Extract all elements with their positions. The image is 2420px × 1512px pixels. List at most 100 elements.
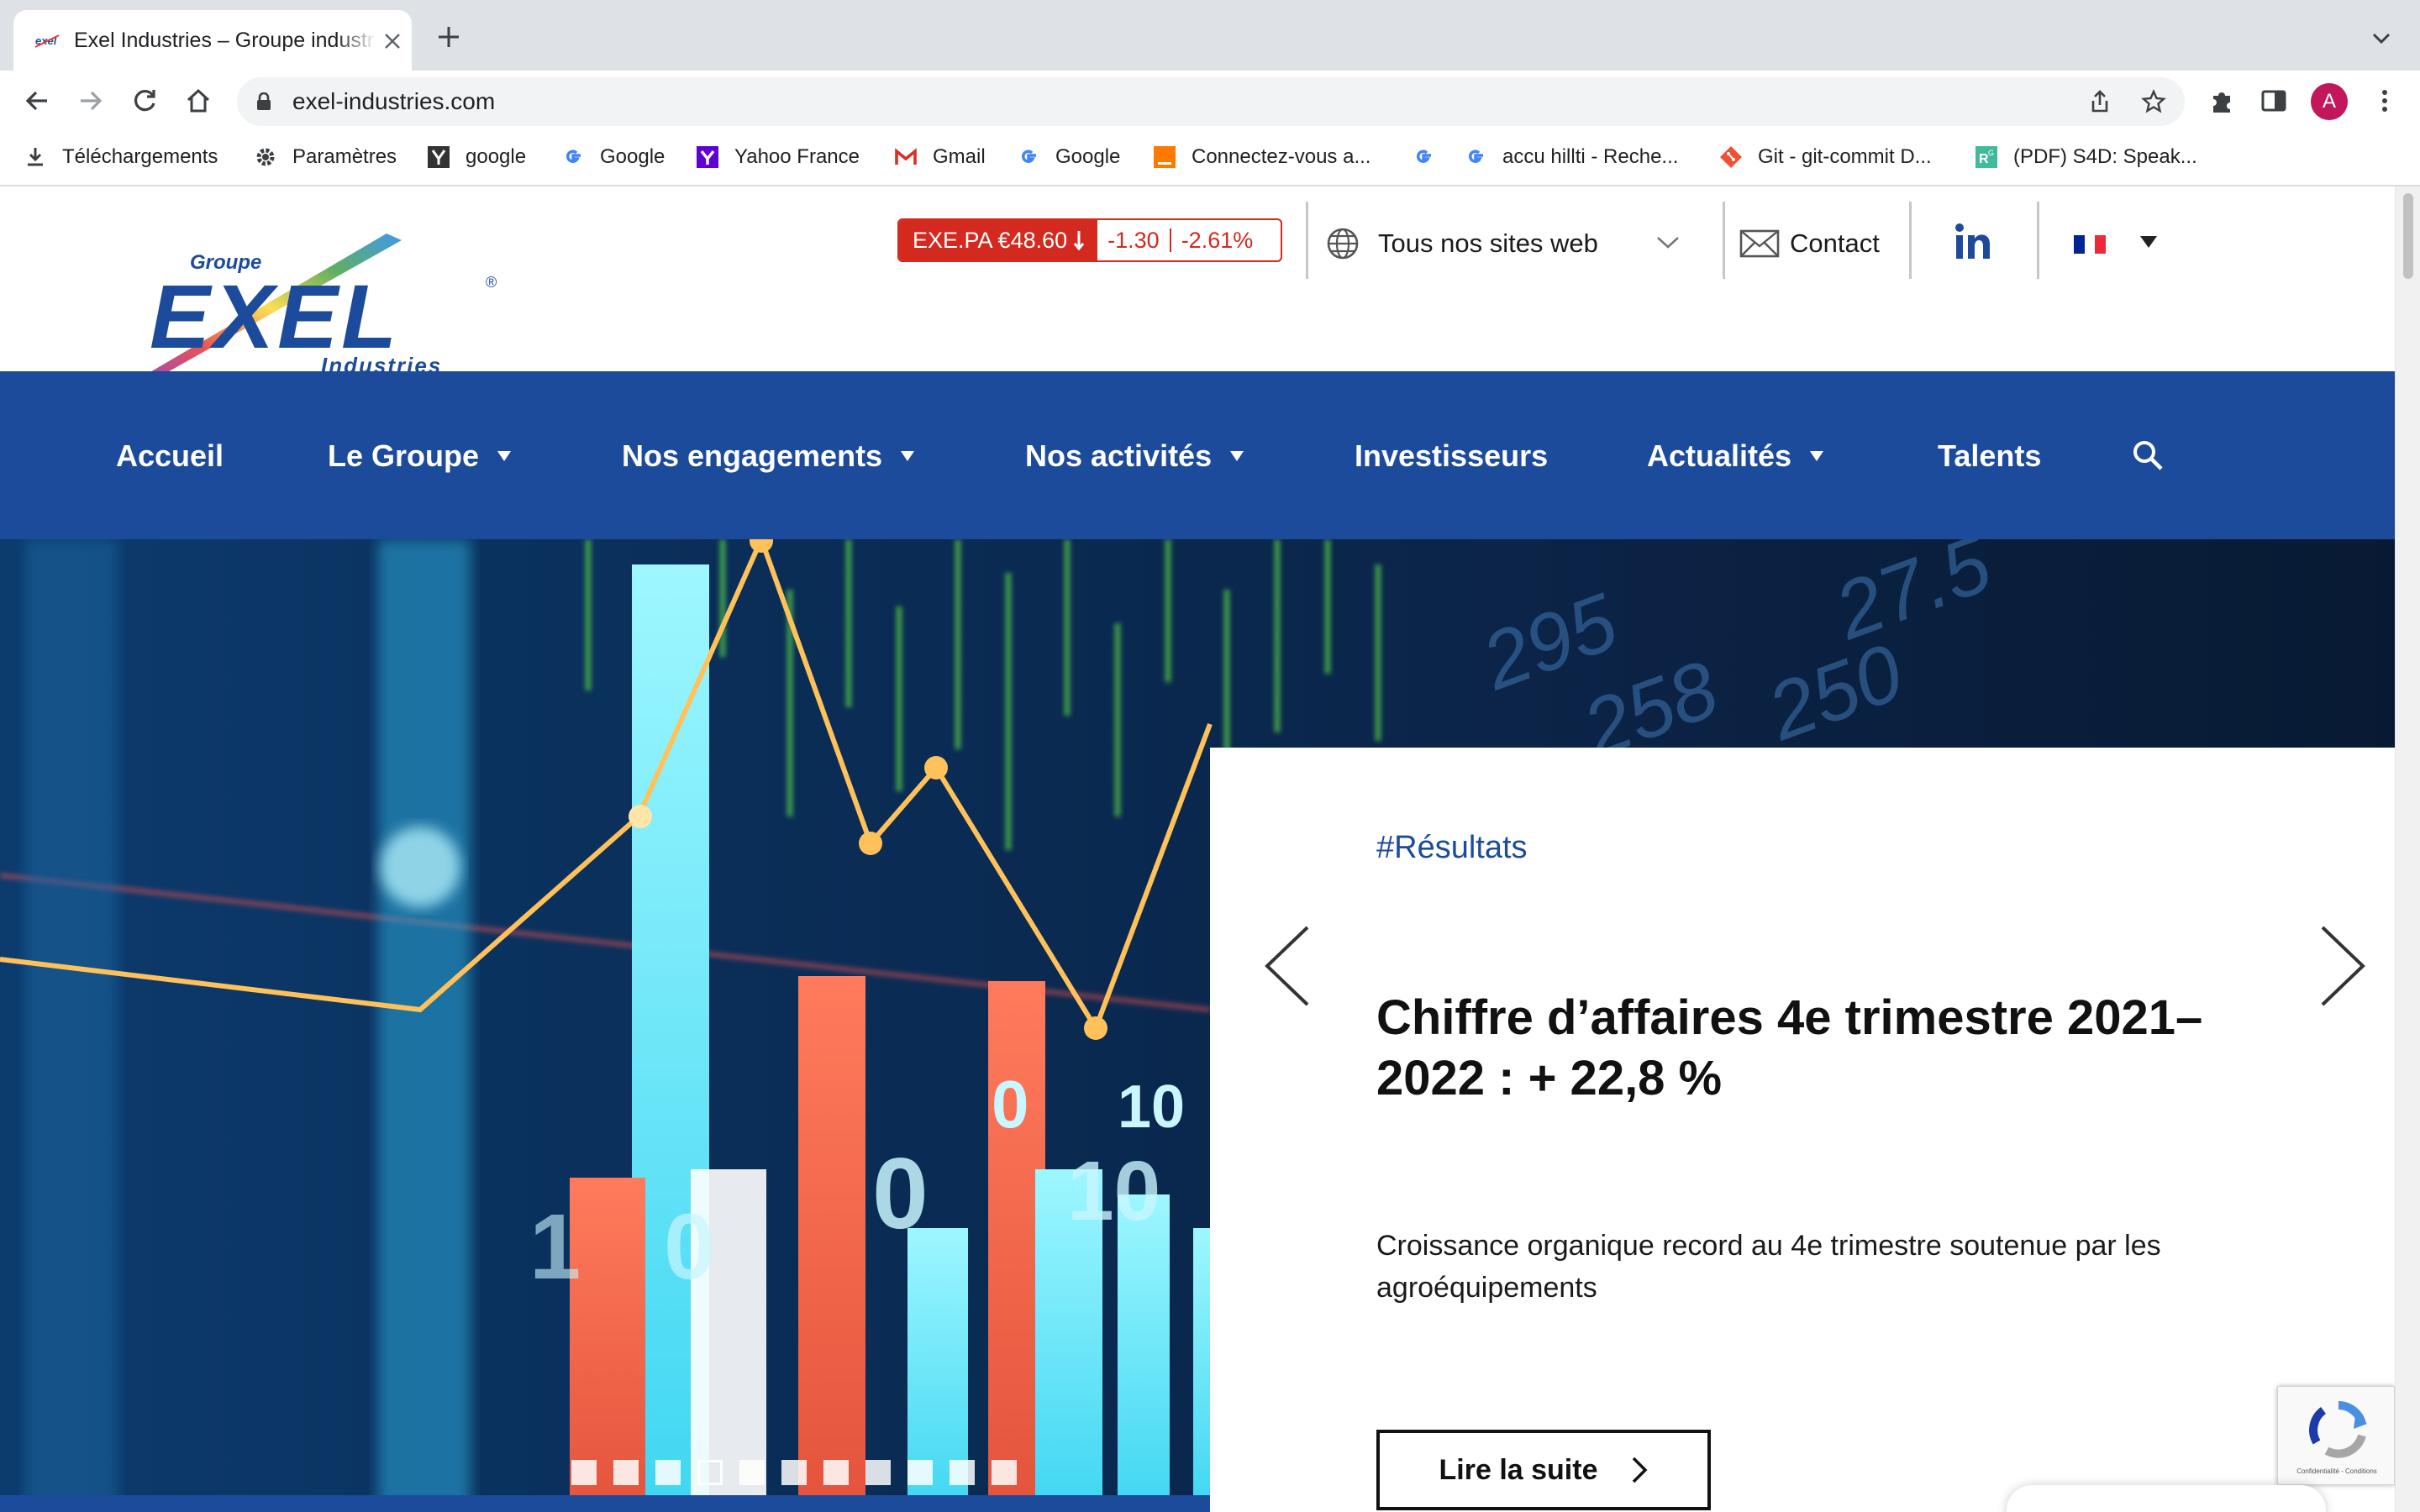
nav-item-le-groupe[interactable]: Le Groupe — [328, 437, 512, 475]
slider-dot[interactable] — [950, 1460, 975, 1485]
tab-title: Exel Industries – Groupe industriel — [74, 27, 376, 54]
nav-item-nos-engagements[interactable]: Nos engagements — [622, 437, 915, 475]
browser-tab[interactable]: exel Exel Industries – Groupe industriel — [13, 10, 412, 71]
stock-ticker[interactable]: EXE.PA €48.60 -1.30 -2.61% — [897, 218, 1282, 262]
extensions-puzzle-icon[interactable] — [2207, 86, 2237, 116]
svg-text:0: 0 — [664, 1195, 715, 1299]
header-divider — [1306, 202, 1308, 279]
caret-down-icon — [1810, 451, 1824, 461]
caret-down-icon[interactable] — [2139, 235, 2158, 249]
bookmark-git[interactable]: Git - git-commit D... — [1719, 143, 1932, 171]
google-icon — [1416, 150, 1431, 163]
contact-label: Contact — [1790, 228, 1880, 258]
orange-icon — [1154, 146, 1176, 168]
nav-item-investisseurs[interactable]: Investisseurs — [1355, 437, 1548, 475]
svg-text:0: 0 — [992, 1067, 1029, 1142]
chat-widget[interactable] — [2007, 1485, 2326, 1512]
side-panel-icon[interactable] — [2259, 86, 2289, 116]
caret-down-icon — [901, 451, 915, 461]
svg-text:®: ® — [486, 274, 497, 291]
slider-dot[interactable] — [655, 1460, 681, 1485]
news-title: Chiffre d’affaires 4e trimestre 2021–202… — [1376, 990, 2203, 1105]
kebab-menu-icon[interactable] — [2370, 86, 2400, 116]
news-tag[interactable]: #Résultats — [1376, 830, 1528, 866]
chevron-down-icon[interactable] — [1655, 235, 1681, 250]
slider-dot[interactable] — [992, 1460, 1017, 1485]
exel-favicon-icon: exel — [34, 34, 60, 48]
home-icon[interactable] — [183, 86, 213, 116]
bookmark-yahoo-france[interactable]: Yahoo France — [696, 143, 860, 171]
globe-icon — [1327, 228, 1359, 260]
hero-slider: 295 258 250 27.5 0 10 10 0 1 0 #Résultat… — [0, 539, 2395, 1512]
france-flag-icon[interactable] — [2074, 235, 2107, 254]
bookmark-star-icon[interactable] — [2141, 89, 2166, 114]
bookmark-accu-hillti[interactable]: accu hillti - Reche... — [1464, 143, 1678, 171]
read-more-label: Lire la suite — [1439, 1453, 1598, 1486]
header-divider — [1909, 202, 1912, 279]
bookmark-google-1[interactable]: Google — [561, 143, 665, 171]
address-bar[interactable]: exel-industries.com — [237, 77, 2185, 126]
exel-industries-logo[interactable]: Groupe EXEL Industries ® — [134, 217, 511, 381]
slider-dot[interactable] — [823, 1460, 849, 1485]
web-page: Groupe EXEL Industries ® EXE.PA €48.60 -… — [0, 186, 2395, 1512]
slider-dot-active[interactable] — [697, 1460, 723, 1485]
svg-text:10: 10 — [1067, 1144, 1160, 1238]
google-icon — [1021, 150, 1036, 163]
back-arrow-icon[interactable] — [22, 86, 52, 116]
slider-dot[interactable] — [781, 1460, 807, 1485]
browser-toolbar: exel-industries.com A — [0, 71, 2420, 131]
tab-search-chevron-icon[interactable] — [2371, 32, 2391, 45]
svg-text:1: 1 — [529, 1195, 581, 1299]
bookmark-google-2[interactable]: Google — [1017, 143, 1120, 171]
svg-text:0: 0 — [872, 1137, 929, 1250]
nav-item-talents[interactable]: Talents — [1938, 437, 2041, 475]
bookmark-google-box[interactable]: google — [427, 143, 526, 171]
bookmark-parametres[interactable]: Paramètres — [254, 143, 397, 171]
caret-down-icon — [497, 451, 512, 461]
page-scrollbar[interactable] — [2395, 186, 2420, 1512]
slider-dot[interactable] — [865, 1460, 891, 1485]
lock-icon[interactable] — [255, 92, 272, 111]
nav-item-accueil[interactable]: Accueil — [116, 437, 224, 475]
url-text[interactable]: exel-industries.com — [292, 87, 495, 116]
forward-arrow-icon[interactable] — [76, 86, 106, 116]
profile-avatar[interactable]: A — [2311, 83, 2348, 120]
git-icon — [1720, 146, 1742, 168]
recaptcha-badge[interactable]: Confidentialité - Conditions — [2277, 1386, 2395, 1485]
chevron-left-icon[interactable] — [1262, 924, 1311, 1008]
svg-text:EXEL: EXEL — [150, 265, 400, 367]
mail-icon — [1739, 229, 1780, 258]
close-tab-icon[interactable] — [381, 30, 403, 52]
ticker-change: -1.30 — [1107, 228, 1160, 253]
slider-dots — [571, 1460, 1034, 1485]
slider-dot[interactable] — [908, 1460, 933, 1485]
contact-link[interactable]: Contact — [1739, 223, 1880, 264]
all-sites-label: Tous nos sites web — [1378, 228, 1598, 258]
bookmark-researchgate[interactable]: R G (PDF) S4D: Speak... — [1975, 143, 2197, 171]
linkedin-icon[interactable] — [1951, 220, 1996, 265]
reload-icon[interactable] — [129, 86, 160, 116]
all-sites-dropdown[interactable]: Tous nos sites web — [1326, 223, 1598, 264]
slider-dot[interactable] — [613, 1460, 639, 1485]
chevron-right-icon — [1633, 1457, 1648, 1483]
read-more-button[interactable]: Lire la suite — [1376, 1430, 1711, 1510]
nav-item-nos-activites[interactable]: Nos activités — [1025, 437, 1244, 475]
new-tab-icon[interactable] — [437, 25, 460, 49]
bookmark-google-3[interactable] — [1412, 143, 1450, 171]
news-summary: Croissance organique record au 4e trimes… — [1376, 1230, 2161, 1304]
bookmark-gmail[interactable]: Gmail — [894, 143, 986, 171]
google-icon — [1468, 150, 1483, 163]
recaptcha-footer[interactable]: Confidentialité - Conditions — [2283, 1467, 2391, 1475]
nav-item-actualites[interactable]: Actualités — [1647, 437, 1824, 475]
bookmark-telechargements[interactable]: Téléchargements — [24, 143, 218, 171]
slider-dot[interactable] — [571, 1460, 597, 1485]
search-icon[interactable] — [2131, 438, 2165, 472]
scrollbar-thumb[interactable] — [2403, 193, 2413, 279]
svg-text:G: G — [1988, 149, 1994, 157]
news-card: #Résultats Chiffre d’affaires 4e trimest… — [1210, 748, 2395, 1512]
slider-dot[interactable] — [739, 1460, 765, 1485]
yahoo-icon — [697, 146, 718, 168]
chevron-right-icon[interactable] — [2319, 924, 2368, 1008]
share-icon[interactable] — [2087, 89, 2112, 114]
bookmark-orange[interactable]: Connectez-vous a... — [1153, 143, 1370, 171]
